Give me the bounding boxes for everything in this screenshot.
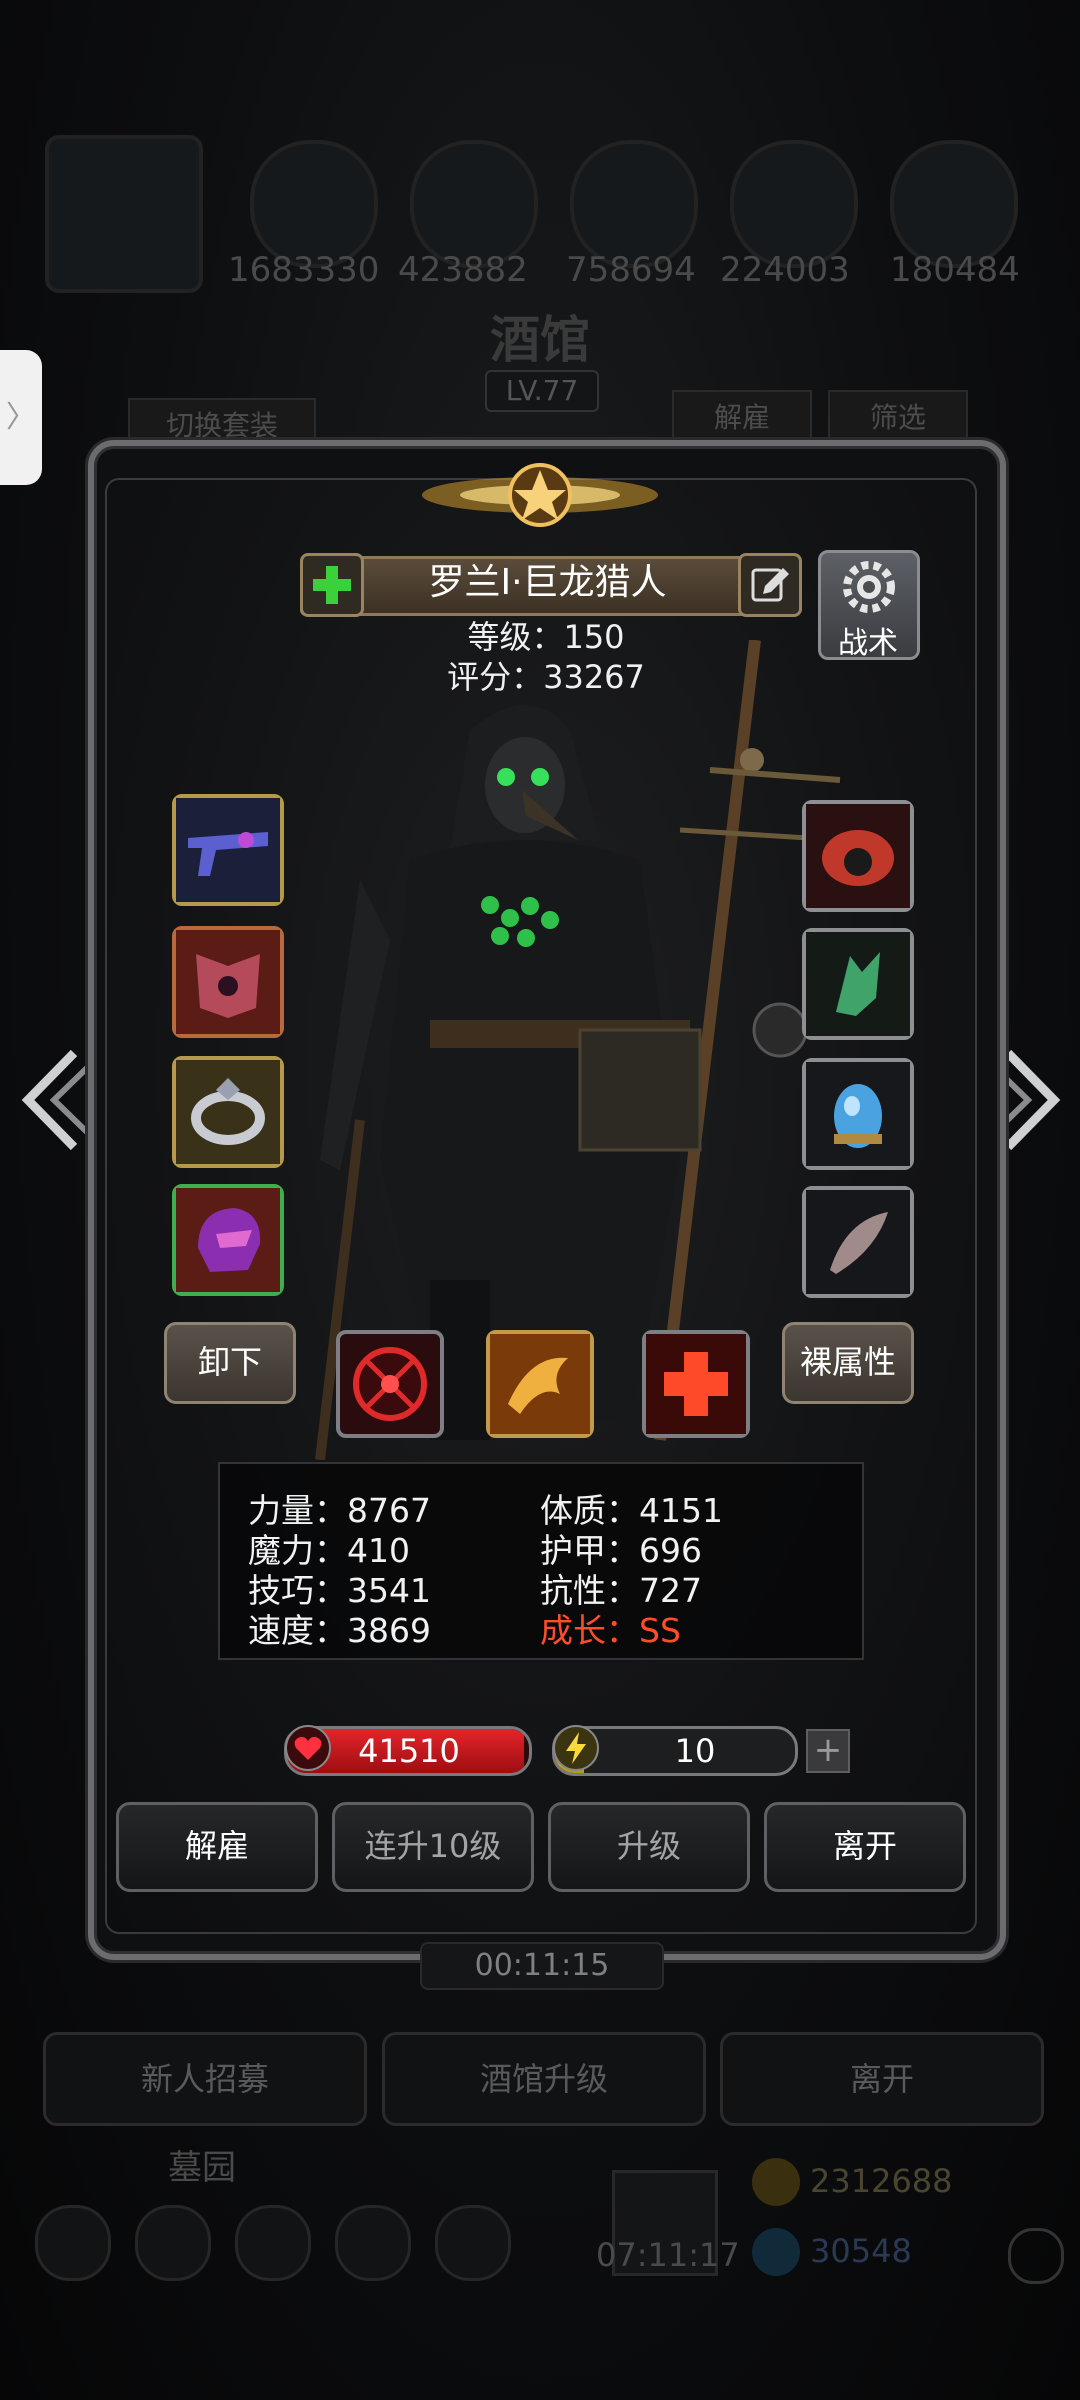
target-skill-icon (353, 1347, 427, 1421)
stat-growth: 成长：SS (540, 1611, 681, 1650)
bg-nav-icon (35, 2205, 111, 2281)
bg-tavern-upgrade-button: 酒馆升级 (382, 2032, 706, 2126)
feather-icon (806, 1190, 910, 1294)
add-energy-button[interactable]: + (806, 1729, 850, 1773)
flame-mask-icon (806, 804, 910, 908)
bg-nav-icon (335, 2205, 411, 2281)
bg-nav-icon (435, 2205, 511, 2281)
equip-slot-armor[interactable] (172, 926, 284, 1038)
gear-icon (843, 561, 895, 613)
skill-slot-2[interactable] (486, 1330, 594, 1438)
bg-resource-icon (410, 140, 538, 268)
chest-armor-icon (176, 930, 280, 1034)
leave-button[interactable]: 离开 (764, 1802, 966, 1892)
bg-title: 酒馆 (490, 310, 590, 369)
countdown-timer: 00:11:15 (420, 1942, 664, 1990)
level-up-10-button[interactable]: 连升10级 (332, 1802, 534, 1892)
equip-slot-helmet[interactable] (172, 1184, 284, 1296)
plus-icon (313, 566, 351, 604)
bg-gold-count: 2312688 (810, 2162, 953, 2200)
edit-pencil-icon (751, 568, 789, 602)
bg-nav-icon (135, 2205, 211, 2281)
side-drawer-tab[interactable]: 〉 (0, 350, 42, 485)
bare-attributes-button[interactable]: 裸属性 (782, 1322, 914, 1404)
bg-resource-count: 224003 (720, 250, 850, 290)
dragon-skill-icon (490, 1334, 590, 1434)
equip-slot-feather[interactable] (802, 1186, 914, 1298)
bg-resource-count: 758694 (566, 250, 696, 290)
hp-value: 41510 (358, 1732, 460, 1770)
skill-slot-1[interactable] (336, 1330, 444, 1438)
bg-filter-button: 筛选 (828, 390, 968, 446)
bg-resource-icon (570, 140, 698, 268)
bg-dismiss-button: 解雇 (672, 390, 812, 446)
skill-slot-3[interactable] (642, 1330, 750, 1438)
bg-hero-portrait (45, 135, 203, 293)
pistol-icon (176, 798, 280, 902)
hero-name: 罗兰Ⅰ·巨龙猎人 (428, 562, 667, 603)
bg-level-badge: LV.77 (485, 370, 599, 412)
bg-resource-icon (890, 140, 1018, 268)
equip-slot-egg[interactable] (802, 1058, 914, 1170)
bg-resource-count: 180484 (890, 250, 1020, 290)
crystal-shard-icon (806, 932, 910, 1036)
equip-slot-accessory[interactable] (802, 800, 914, 912)
bg-gem-icon (752, 2228, 800, 2276)
equip-slot-crystal[interactable] (802, 928, 914, 1040)
cross-skill-icon (646, 1334, 746, 1434)
rename-button[interactable] (738, 553, 802, 617)
panel-emblem-icon (422, 463, 658, 527)
helmet-icon (176, 1188, 280, 1292)
dismiss-button[interactable]: 解雇 (116, 1802, 318, 1892)
bg-recruit-button: 新人招募 (43, 2032, 367, 2126)
bg-cemetery-label: 墓园 (168, 2148, 236, 2188)
bg-resource-count: 1683330 (228, 250, 380, 290)
ring-icon (176, 1060, 280, 1164)
bg-clock: 07:11:17 (596, 2236, 740, 2274)
level-up-button[interactable]: 升级 (548, 1802, 750, 1892)
add-hero-button[interactable] (300, 553, 364, 617)
energy-value: 10 (674, 1732, 716, 1770)
bg-resource-icon (250, 140, 378, 268)
equip-slot-weapon[interactable] (172, 794, 284, 906)
bg-resource-icon (730, 140, 858, 268)
bg-resource-count: 423882 (398, 250, 528, 290)
previous-hero-arrow-icon[interactable] (14, 1045, 94, 1155)
equip-slot-ring[interactable] (172, 1056, 284, 1168)
bg-gold-icon (752, 2158, 800, 2206)
bg-leave-button: 离开 (720, 2032, 1044, 2126)
stat-speed: 速度：3869 (248, 1611, 431, 1650)
gem-egg-icon (806, 1062, 910, 1166)
unequip-button[interactable]: 卸下 (164, 1322, 296, 1404)
bg-add-icon (1008, 2228, 1064, 2284)
bg-nav-icon (235, 2205, 311, 2281)
bg-gem-count: 30548 (810, 2232, 912, 2270)
